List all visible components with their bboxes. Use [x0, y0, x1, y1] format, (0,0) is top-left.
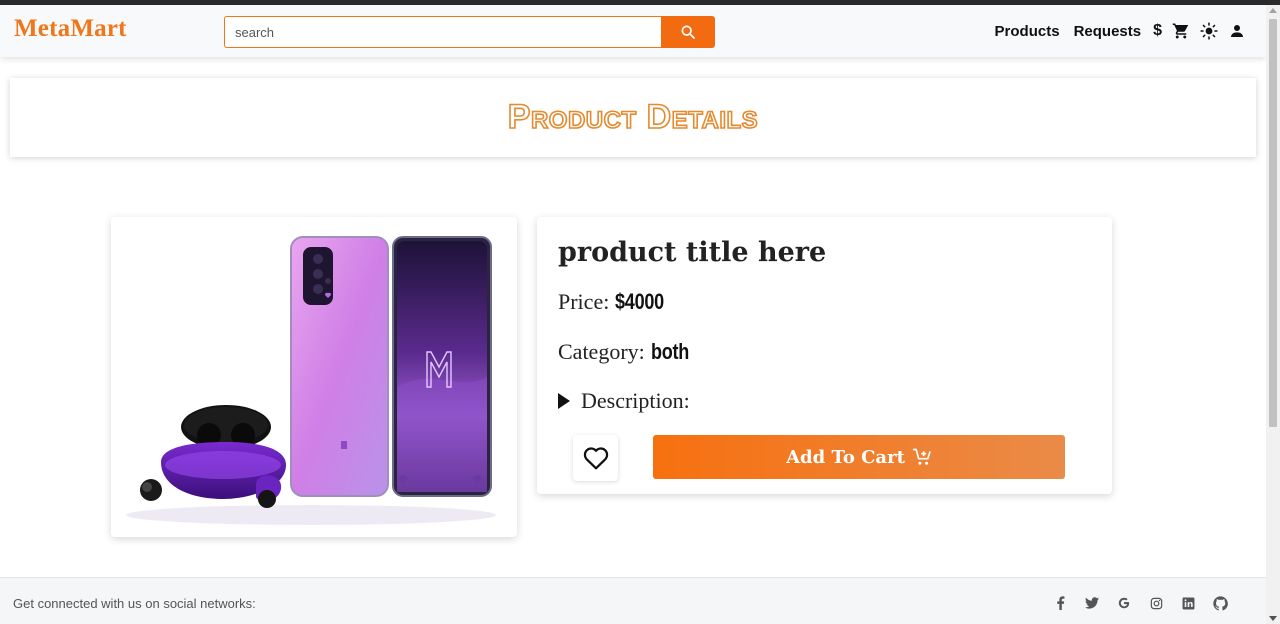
brand-logo[interactable]: MetaMart — [14, 15, 127, 43]
product-image-card — [111, 217, 517, 537]
price-row: Price: $4000 — [558, 289, 675, 315]
search-button[interactable] — [661, 16, 715, 48]
footer-social-text: Get connected with us on social networks… — [13, 596, 256, 611]
category-value: both — [650, 339, 689, 364]
wishlist-button[interactable] — [573, 435, 618, 481]
page-banner: Product Details — [10, 78, 1256, 157]
page-scrollbar[interactable] — [1266, 5, 1280, 624]
instagram-icon[interactable] — [1140, 594, 1172, 612]
user-icon[interactable] — [1228, 22, 1246, 40]
category-row: Category: both — [558, 339, 697, 365]
cart-plus-icon — [912, 448, 931, 465]
category-label: Category: — [558, 339, 645, 364]
footer: Get connected with us on social networks… — [0, 577, 1266, 624]
google-icon[interactable] — [1108, 594, 1140, 612]
twitter-icon[interactable] — [1076, 594, 1108, 612]
description-label: Description: — [581, 388, 690, 413]
facebook-icon[interactable] — [1044, 594, 1076, 612]
price-value: $4000 — [615, 289, 665, 314]
product-title: product title here — [558, 237, 827, 268]
scrollbar-thumb[interactable] — [1269, 19, 1277, 427]
search-bar — [224, 16, 715, 48]
product-image — [111, 217, 517, 537]
scroll-down-arrow-icon[interactable] — [1269, 616, 1277, 621]
add-to-cart-label: Add To Cart — [786, 446, 905, 468]
heart-icon — [583, 447, 608, 470]
cart-icon[interactable] — [1172, 22, 1190, 40]
nav-right: Products Requests $ — [981, 5, 1246, 57]
scroll-up-arrow-icon[interactable] — [1269, 8, 1277, 13]
add-to-cart-button[interactable]: Add To Cart — [653, 435, 1065, 479]
search-icon — [681, 25, 695, 39]
search-input[interactable] — [224, 16, 661, 48]
description-toggle[interactable]: Description: — [558, 388, 690, 414]
navbar: MetaMart Products Requests $ — [0, 5, 1266, 57]
social-links — [1044, 594, 1236, 612]
currency-button[interactable]: $ — [1153, 22, 1162, 40]
nav-link-products[interactable]: Products — [995, 23, 1060, 40]
github-icon[interactable] — [1204, 594, 1236, 612]
product-info-card: product title here Price: $4000 Category… — [537, 217, 1112, 494]
theme-sun-icon[interactable] — [1200, 22, 1218, 40]
linkedin-icon[interactable] — [1172, 594, 1204, 612]
disclosure-triangle-icon — [558, 393, 570, 409]
price-label: Price: — [558, 289, 610, 314]
nav-link-requests[interactable]: Requests — [1074, 23, 1142, 40]
page-title: Product Details — [507, 97, 759, 137]
